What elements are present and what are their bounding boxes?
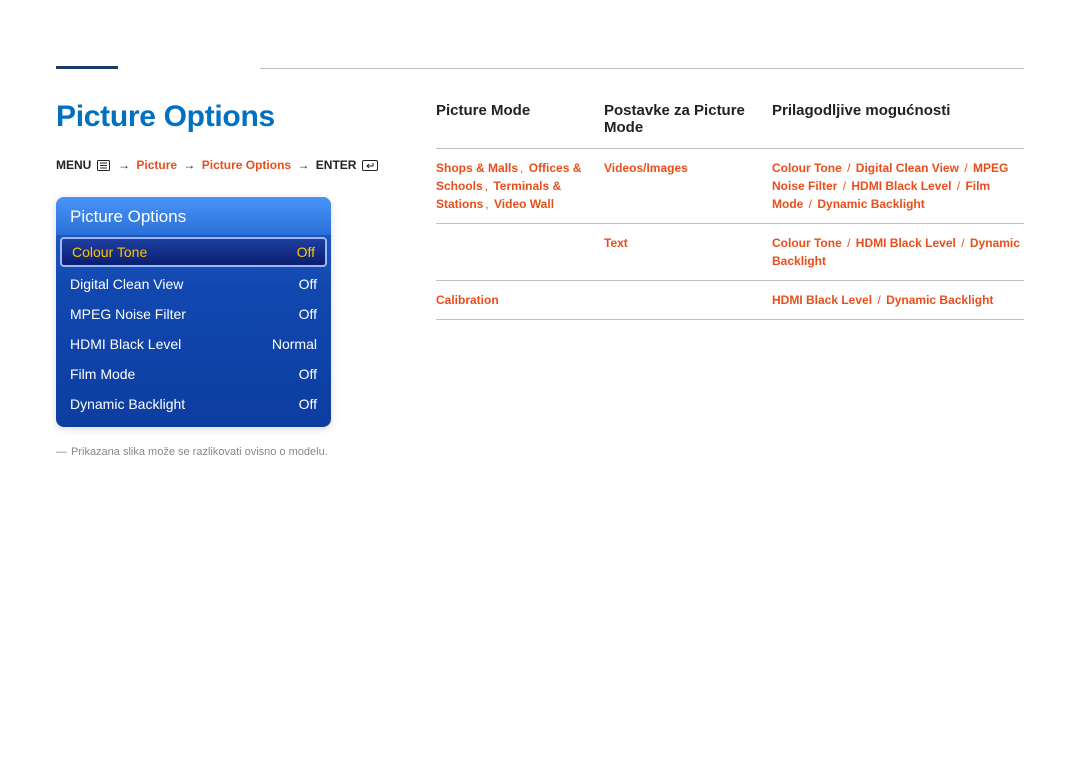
breadcrumb-picture-options: Picture Options — [202, 158, 291, 172]
separator: / — [872, 293, 886, 307]
separator: / — [951, 179, 965, 193]
osd-item-value: Off — [289, 306, 317, 322]
menu-icon — [97, 158, 110, 177]
cell-picture-mode — [436, 234, 604, 270]
red-term: Dynamic Backlight — [886, 293, 993, 307]
osd-item-film-mode[interactable]: Film ModeOff — [56, 359, 331, 389]
breadcrumb-menu: MENU — [56, 158, 91, 172]
separator: / — [842, 161, 856, 175]
osd-item-colour-tone[interactable]: Colour ToneOff — [60, 237, 327, 267]
table-header-postavke: Postavke za Picture Mode — [604, 102, 772, 136]
red-term: HDMI Black Level — [856, 236, 956, 250]
table-header-picture-mode: Picture Mode — [436, 102, 604, 136]
osd-item-label: Dynamic Backlight — [70, 396, 289, 412]
separator: / — [803, 197, 817, 211]
red-term: Dynamic Backlight — [817, 197, 924, 211]
breadcrumb-arrow: → — [180, 158, 198, 172]
osd-item-dynamic-backlight[interactable]: Dynamic BacklightOff — [56, 389, 331, 419]
osd-item-value: Off — [289, 396, 317, 412]
table-header-prilagodljive: Prilagodljive mogućnosti — [772, 102, 1024, 136]
breadcrumb-arrow: → — [115, 158, 133, 172]
page-content: Picture Options MENU → Picture → Picture… — [0, 0, 1080, 461]
red-term: HDMI Black Level — [851, 179, 951, 193]
enter-icon — [362, 158, 378, 177]
red-term: Digital Clean View — [856, 161, 959, 175]
cell-postavke: Videos/Images — [604, 159, 772, 213]
table-row: Calibration HDMI Black Level / Dynamic Ba… — [436, 281, 1024, 320]
breadcrumb-picture: Picture — [136, 158, 177, 172]
breadcrumb-enter: ENTER — [316, 158, 357, 172]
red-term: Videos/Images — [604, 161, 688, 175]
red-term: Shops & Malls — [436, 161, 518, 175]
breadcrumb: MENU → Picture → Picture Options → ENTER — [56, 156, 396, 177]
red-term: Colour Tone — [772, 236, 842, 250]
osd-item-label: Digital Clean View — [70, 276, 289, 292]
separator: / — [842, 236, 856, 250]
osd-item-label: MPEG Noise Filter — [70, 306, 289, 322]
osd-item-value: Normal — [262, 336, 317, 352]
separator: , — [483, 197, 494, 211]
separator: , — [483, 179, 494, 193]
osd-item-label: HDMI Black Level — [70, 336, 262, 352]
red-term: Calibration — [436, 293, 499, 307]
osd-item-value: Off — [289, 366, 317, 382]
red-term: Video Wall — [494, 197, 554, 211]
separator: / — [959, 161, 973, 175]
accent-rule — [56, 66, 118, 69]
options-table: Picture Mode Postavke za Picture Mode Pr… — [436, 102, 1024, 320]
right-column: Picture Mode Postavke za Picture Mode Pr… — [436, 100, 1024, 461]
osd-item-value: Off — [289, 276, 317, 292]
separator: / — [956, 236, 970, 250]
separator: / — [837, 179, 851, 193]
osd-item-label: Colour Tone — [72, 244, 287, 260]
footnote-text: Prikazana slika može se razlikovati ovis… — [71, 446, 328, 458]
cell-options: Colour Tone / HDMI Black Level / Dynamic… — [772, 234, 1024, 270]
red-term: Colour Tone — [772, 161, 842, 175]
red-term: Text — [604, 236, 628, 250]
osd-item-mpeg-noise-filter[interactable]: MPEG Noise FilterOff — [56, 299, 331, 329]
osd-panel: Picture Options Colour ToneOffDigital Cl… — [56, 197, 331, 427]
cell-postavke: Text — [604, 234, 772, 270]
osd-item-value: Off — [287, 244, 315, 260]
cell-options: Colour Tone / Digital Clean View / MPEG … — [772, 159, 1024, 213]
cell-postavke — [604, 291, 772, 309]
footnote-dash: ― — [56, 446, 71, 458]
osd-item-digital-clean-view[interactable]: Digital Clean ViewOff — [56, 269, 331, 299]
left-column: Picture Options MENU → Picture → Picture… — [56, 100, 396, 461]
top-divider — [260, 68, 1024, 69]
red-term: HDMI Black Level — [772, 293, 872, 307]
osd-item-label: Film Mode — [70, 366, 289, 382]
cell-picture-mode: Calibration — [436, 291, 604, 309]
breadcrumb-arrow: → — [294, 158, 312, 172]
table-row: Shops & Malls, Offices & Schools, Termin… — [436, 149, 1024, 224]
table-row: Text Colour Tone / HDMI Black Level / Dyn… — [436, 224, 1024, 281]
table-header: Picture Mode Postavke za Picture Mode Pr… — [436, 102, 1024, 149]
osd-header: Picture Options — [56, 197, 331, 235]
cell-options: HDMI Black Level / Dynamic Backlight — [772, 291, 1024, 309]
separator: , — [518, 161, 529, 175]
osd-item-hdmi-black-level[interactable]: HDMI Black LevelNormal — [56, 329, 331, 359]
page-title: Picture Options — [56, 100, 396, 134]
cell-picture-mode: Shops & Malls, Offices & Schools, Termin… — [436, 159, 604, 213]
footnote: ―Prikazana slika može se razlikovati ovi… — [56, 445, 396, 460]
